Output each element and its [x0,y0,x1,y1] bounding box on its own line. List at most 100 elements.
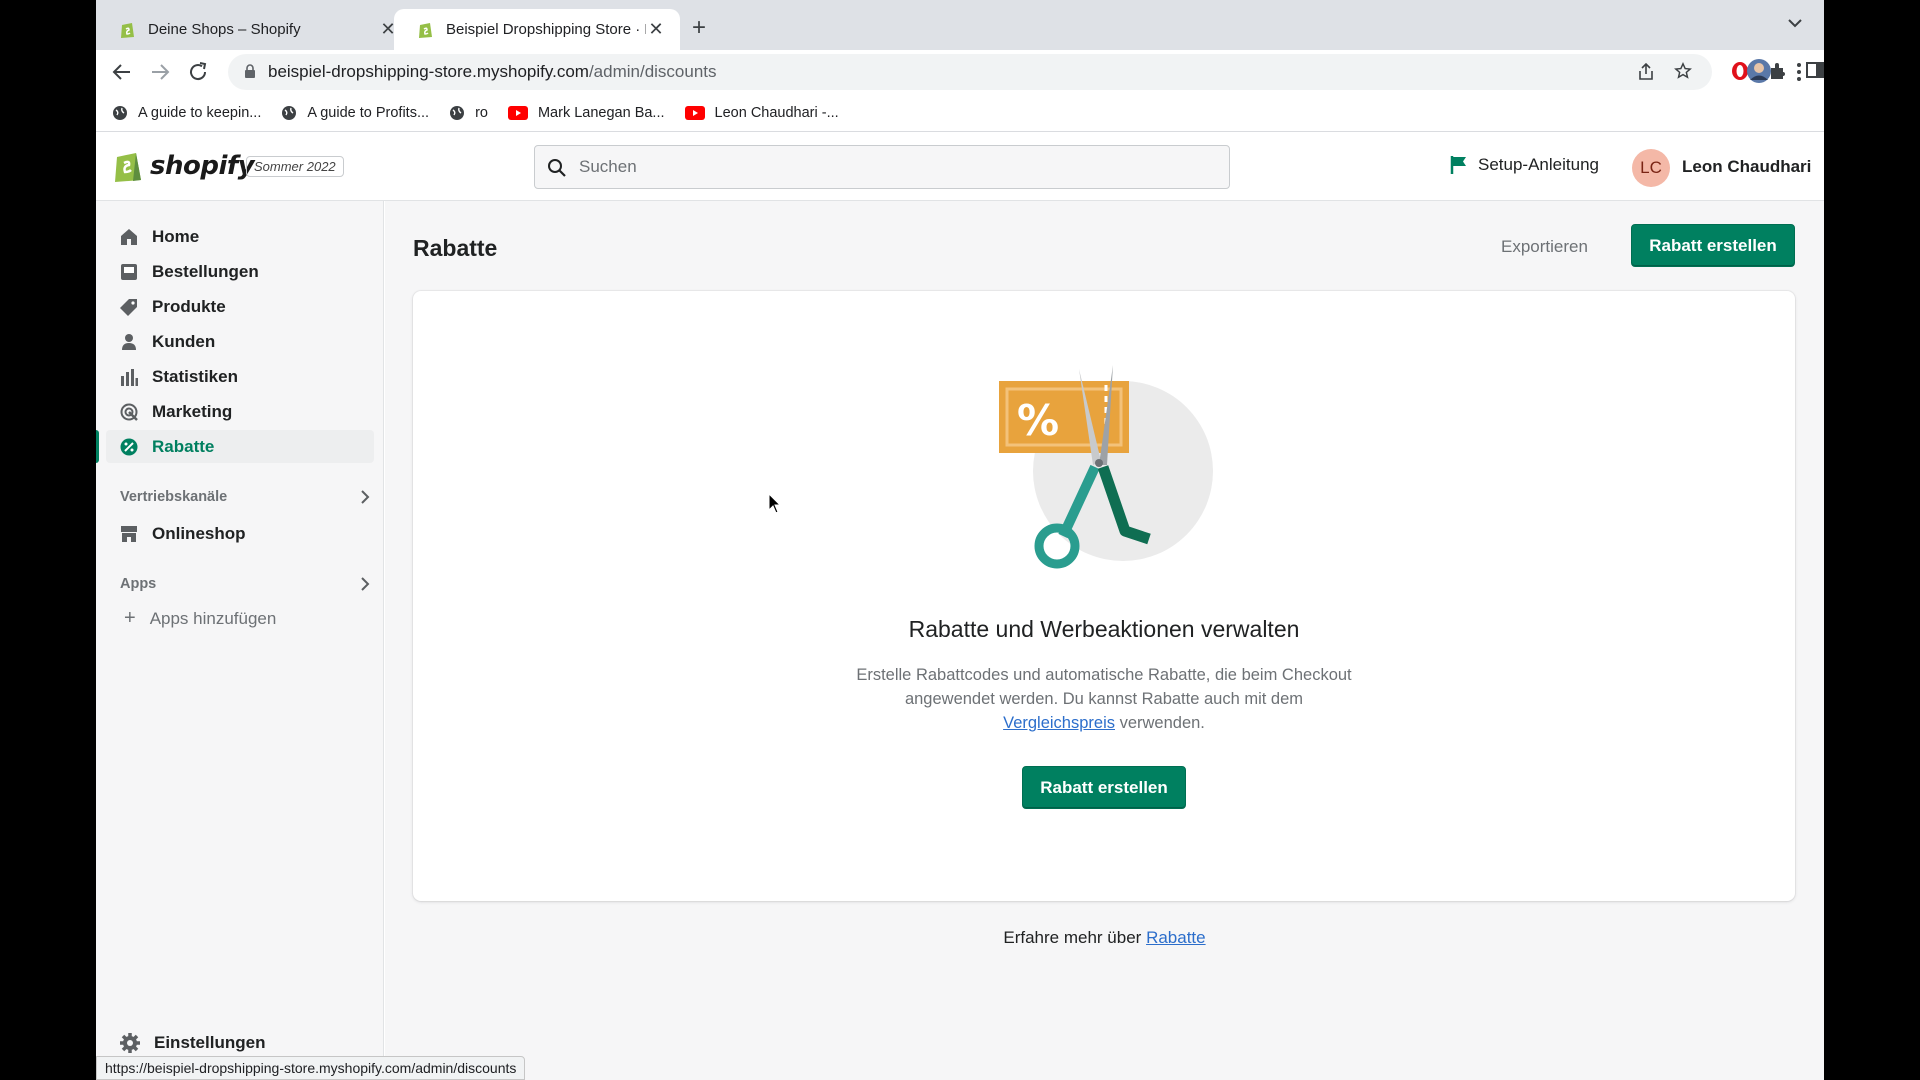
section-heading: Apps [120,576,157,592]
url-text: beispiel-dropshipping-store.myshopify.co… [268,62,717,82]
plus-icon: + [124,607,136,629]
sidebar-item-products[interactable]: Produkte [106,290,374,323]
tab-deine-shops[interactable]: Deine Shops – Shopify ✕ [96,9,412,50]
sidebar: Home Bestellungen Produkte Kunden Statis… [96,201,384,1080]
lock-icon[interactable] [244,64,256,79]
bookmark-label: Mark Lanegan Ba... [537,104,665,121]
bookmark-item[interactable]: A guide to Profits... [281,105,429,121]
sidebar-item-marketing[interactable]: Marketing [106,395,374,428]
flag-icon [1450,156,1466,174]
reload-icon[interactable] [186,60,210,84]
url-path: /admin/discounts [588,62,717,81]
discount-icon [120,438,138,455]
bookmark-label: ro [475,104,488,121]
bookmark-label: A guide to keepin... [138,104,262,121]
globe-icon [113,105,127,120]
profile-avatar-icon[interactable] [1746,58,1772,89]
browser-window: Deine Shops – Shopify ✕ Beispiel Dropshi… [96,0,1824,1080]
person-icon [122,333,136,350]
setup-guide-label: Setup-Anleitung [1478,155,1599,174]
shopify-favicon-icon [419,22,432,38]
sales-channels-section[interactable]: Vertriebskanäle [120,489,370,505]
compare-at-price-link[interactable]: Vergleichspreis [1003,714,1115,732]
sidebar-item-customers[interactable]: Kunden [106,325,374,358]
bookmark-item[interactable]: A guide to keepin... [112,105,261,121]
user-name[interactable]: Leon Chaudhari [1682,157,1811,177]
chevron-right-icon[interactable] [360,489,370,505]
shopify-topbar: shopify Sommer 2022 Setup-Anleitung LC L… [96,133,1824,201]
forward-icon[interactable] [148,60,172,84]
sidebar-item-online-store[interactable]: Onlineshop [106,517,374,550]
empty-state-create-button[interactable]: Rabatt erstellen [1022,766,1186,809]
sidebar-item-orders[interactable]: Bestellungen [106,255,374,288]
tab-title: Beispiel Dropshipping Store · R [446,21,646,38]
bookmark-item[interactable]: Leon Chaudhari -... [684,104,839,121]
close-icon[interactable]: ✕ [646,19,666,40]
settings-label: Einstellungen [154,1033,266,1052]
coupon-scissors-illustration: % [999,365,1213,569]
back-icon[interactable] [110,60,134,84]
bookmark-item[interactable]: ro [449,105,488,121]
tab-beispiel-store[interactable]: Beispiel Dropshipping Store · R ✕ [394,9,680,50]
export-button[interactable]: Exportieren [1501,237,1588,257]
shopify-bag-icon [115,153,141,182]
sidebar-item-label: Marketing [152,401,233,421]
bookmark-label: Leon Chaudhari -... [714,104,839,121]
tab-title: Deine Shops – Shopify [148,21,301,38]
address-bar[interactable]: beispiel-dropshipping-store.myshopify.co… [228,54,1712,90]
sidebar-item-label: Home [152,226,200,246]
status-url-bar: https://beispiel-dropshipping-store.mysh… [96,1056,526,1080]
url-host: beispiel-dropshipping-store.myshopify.co… [268,62,589,81]
apps-section[interactable]: Apps [120,576,370,592]
tab-bar: Deine Shops – Shopify ✕ Beispiel Dropshi… [96,0,1824,50]
sidebar-item-analytics[interactable]: Statistiken [106,360,374,393]
section-heading: Vertriebskanäle [120,489,228,505]
desc-text-end: verwenden. [1115,714,1205,732]
profile-picture-icon [1747,59,1771,83]
sidebar-item-label: Onlineshop [152,523,246,543]
sidebar-item-discounts[interactable]: Rabatte [106,430,374,463]
search-field[interactable] [534,145,1230,189]
svg-text:%: % [1017,396,1059,445]
youtube-icon [684,105,705,120]
empty-state-card: % Rabatte und Werbeaktionen verwalten Er… [413,291,1795,901]
home-icon [121,228,137,245]
shopify-logo[interactable]: shopify [114,149,255,183]
search-input[interactable] [579,154,1179,180]
empty-state-description: Erstelle Rabattcodes und automatische Ra… [854,663,1354,735]
bookmark-star-icon[interactable] [1674,62,1692,80]
share-icon[interactable] [1638,63,1654,81]
sidebar-item-settings[interactable]: Einstellungen [120,1033,265,1053]
menu-kebab-icon[interactable] [1796,62,1802,82]
mouse-cursor-icon [768,493,782,514]
learn-more-link[interactable]: Rabatte [1146,928,1206,947]
marketing-icon [120,403,138,421]
sidebar-item-label: Statistiken [152,366,238,386]
bookmark-item[interactable]: Mark Lanegan Ba... [507,104,665,121]
orders-icon [121,263,137,280]
gear-icon [120,1033,140,1053]
globe-icon [450,105,465,120]
edition-badge[interactable]: Sommer 2022 [246,156,344,177]
main-content: Rabatte Exportieren Rabatt erstellen % R… [385,201,1824,1080]
add-apps-button[interactable]: + Apps hinzufügen [120,607,276,630]
bookmarks-bar: A guide to keepin... A guide to Profits.… [96,94,1824,132]
bookmark-label: A guide to Profits... [307,104,430,121]
browser-toolbar: beispiel-dropshipping-store.myshopify.co… [96,50,1824,94]
side-panel-icon[interactable] [1806,61,1824,79]
sidebar-item-label: Kunden [152,331,216,351]
sidebar-item-label: Bestellungen [152,261,259,281]
active-indicator [96,430,99,463]
new-tab-icon[interactable]: + [692,14,706,42]
chevron-down-icon[interactable] [1788,18,1802,28]
empty-state-heading: Rabatte und Werbeaktionen verwalten [908,616,1300,642]
user-avatar[interactable]: LC [1632,149,1670,187]
sidebar-item-home[interactable]: Home [106,220,374,253]
setup-guide-button[interactable]: Setup-Anleitung [1450,155,1599,175]
desc-text: Erstelle Rabattcodes und automatische Ra… [856,666,1352,708]
sidebar-item-label: Rabatte [152,436,215,456]
page-title: Rabatte [413,235,498,261]
chevron-right-icon[interactable] [360,576,370,592]
create-discount-button[interactable]: Rabatt erstellen [1631,224,1795,267]
shopify-favicon-icon [121,22,134,38]
